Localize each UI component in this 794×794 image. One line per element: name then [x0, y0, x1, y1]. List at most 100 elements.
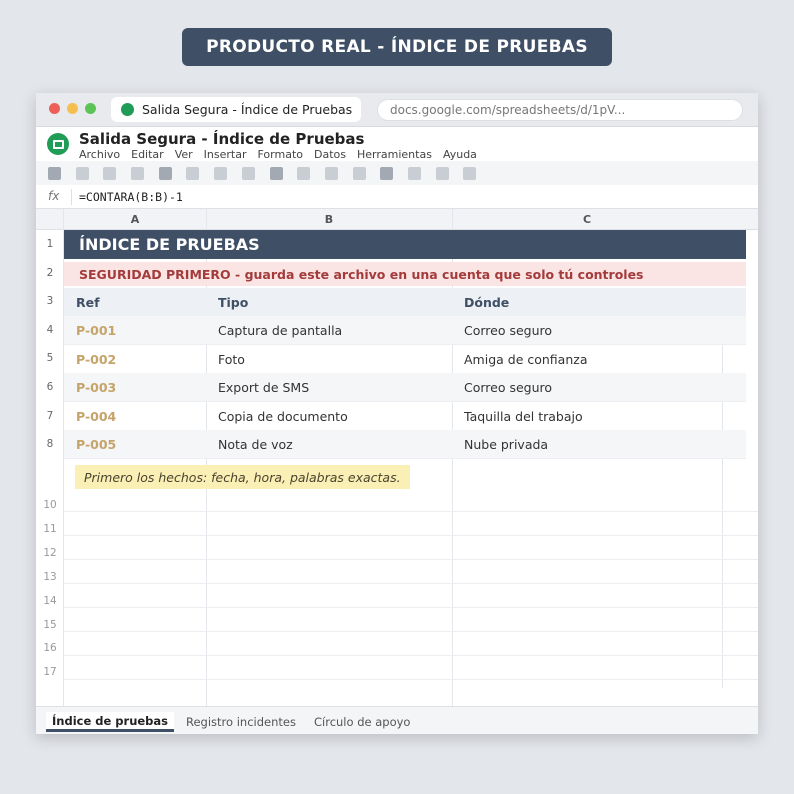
toolbar-button[interactable]: [186, 166, 200, 180]
toolbar-button[interactable]: [324, 166, 338, 180]
sheet-title-cell[interactable]: ÍNDICE DE PRUEBAS: [64, 230, 746, 259]
formula-input[interactable]: =CONTARA(B:B)-1: [79, 190, 183, 204]
table-cell-tipo[interactable]: Captura de pantalla: [218, 316, 342, 344]
grid-line: [64, 401, 746, 402]
grid-line: [64, 344, 746, 345]
toolbar-button[interactable]: [214, 166, 228, 180]
toolbar-button[interactable]: [103, 166, 117, 180]
grid-line: [64, 655, 758, 656]
table-cell-tipo[interactable]: Foto: [218, 345, 245, 373]
row-number[interactable]: 13: [36, 571, 64, 583]
column-header-c[interactable]: C: [452, 209, 722, 230]
grid-line: [64, 583, 758, 584]
close-window-button[interactable]: [49, 103, 60, 114]
fx-label: fx: [48, 189, 60, 203]
toolbar-button[interactable]: [158, 166, 172, 180]
toolbar-button[interactable]: [463, 166, 477, 180]
row-number[interactable]: 14: [36, 595, 64, 607]
table-cell-ref[interactable]: P-004: [76, 402, 116, 430]
row-number[interactable]: 16: [36, 642, 64, 654]
toolbar-button[interactable]: [75, 166, 89, 180]
table-cell-tipo[interactable]: Export de SMS: [218, 373, 309, 401]
browser-chrome: Salida Segura - Índice de Pruebas docs.g…: [36, 93, 758, 127]
table-cell-tipo[interactable]: Nota de voz: [218, 430, 293, 458]
minimize-window-button[interactable]: [67, 103, 78, 114]
grid-line: [722, 288, 723, 688]
toolbar-button[interactable]: [269, 166, 283, 180]
toolbar-button[interactable]: [241, 166, 255, 180]
table-cell-ref[interactable]: P-002: [76, 345, 116, 373]
toolbar-button[interactable]: [407, 166, 421, 180]
table-cell-donde[interactable]: Taquilla del trabajo: [464, 402, 583, 430]
menu-herramientas[interactable]: Herramientas: [357, 148, 432, 161]
row-number[interactable]: 4: [36, 324, 64, 336]
row-number[interactable]: 8: [36, 438, 64, 450]
menu-editar[interactable]: Editar: [131, 148, 164, 161]
menu-datos[interactable]: Datos: [314, 148, 346, 161]
toolbar-button[interactable]: [380, 166, 394, 180]
row-number[interactable]: 15: [36, 619, 64, 631]
grid-line: [64, 511, 758, 512]
row-number[interactable]: 1: [36, 238, 64, 250]
sheets-favicon-icon: [121, 103, 134, 116]
grid-line: [64, 631, 758, 632]
spreadsheet-grid: A B C 1 2 3 4 5 6 7 8 10 11 12 13 14 15 …: [36, 209, 758, 706]
browser-tab-title: Salida Segura - Índice de Pruebas: [142, 102, 353, 117]
sheets-logo-icon[interactable]: [47, 133, 69, 155]
header-ref[interactable]: Ref: [76, 288, 100, 316]
table-cell-ref[interactable]: P-005: [76, 430, 116, 458]
table-cell-donde[interactable]: Nube privada: [464, 430, 548, 458]
formula-bar: fx =CONTARA(B:B)-1: [36, 185, 758, 209]
row-number[interactable]: 2: [36, 267, 64, 279]
address-bar[interactable]: docs.google.com/spreadsheets/d/1pV...: [377, 99, 743, 121]
toolbar-button[interactable]: [435, 166, 449, 180]
menu-archivo[interactable]: Archivo: [79, 148, 120, 161]
toolbar-button[interactable]: [352, 166, 366, 180]
row-number[interactable]: 12: [36, 547, 64, 559]
maximize-window-button[interactable]: [85, 103, 96, 114]
table-cell-donde[interactable]: Correo seguro: [464, 373, 552, 401]
browser-window: Salida Segura - Índice de Pruebas docs.g…: [36, 93, 758, 734]
column-header-a[interactable]: A: [64, 209, 206, 230]
menu-ayuda[interactable]: Ayuda: [443, 148, 477, 161]
row-number[interactable]: 11: [36, 523, 64, 535]
document-title[interactable]: Salida Segura - Índice de Pruebas: [79, 130, 364, 148]
table-cell-ref[interactable]: P-003: [76, 373, 116, 401]
sheet-tab-registro[interactable]: Registro incidentes: [186, 712, 296, 732]
row-number[interactable]: 10: [36, 499, 64, 511]
row-number[interactable]: 7: [36, 410, 64, 422]
table-cell-donde[interactable]: Amiga de confianza: [464, 345, 588, 373]
table-header-row: [64, 288, 746, 316]
menu-insertar[interactable]: Insertar: [204, 148, 247, 161]
row-number[interactable]: 3: [36, 295, 64, 307]
safety-warning-cell[interactable]: SEGURIDAD PRIMERO - guarda este archivo …: [64, 262, 746, 286]
table-cell-ref[interactable]: P-001: [76, 316, 116, 344]
sheet-tab-indice[interactable]: Índice de pruebas: [46, 712, 175, 732]
grid-line: [64, 458, 746, 459]
sheet-tab-bar: Índice de pruebas Registro incidentes Cí…: [36, 706, 758, 734]
row-number[interactable]: 17: [36, 666, 64, 678]
row-stripe: [64, 316, 746, 344]
table-cell-tipo[interactable]: Copia de documento: [218, 402, 348, 430]
toolbar-button[interactable]: [131, 166, 145, 180]
grid-line: [64, 679, 758, 680]
menu-formato[interactable]: Formato: [258, 148, 304, 161]
toolbar-button[interactable]: [48, 166, 61, 180]
facts-note-cell[interactable]: Primero los hechos: fecha, hora, palabra…: [75, 465, 410, 489]
app-header: Salida Segura - Índice de Pruebas Archiv…: [36, 127, 758, 161]
menu-ver[interactable]: Ver: [175, 148, 193, 161]
top-banner: PRODUCTO REAL - ÍNDICE DE PRUEBAS: [182, 28, 612, 66]
row-number[interactable]: 5: [36, 352, 64, 364]
formula-divider: [71, 189, 72, 205]
table-cell-donde[interactable]: Correo seguro: [464, 316, 552, 344]
toolbar-button[interactable]: [297, 166, 311, 180]
row-stripe: [64, 430, 746, 458]
grid-line: [64, 559, 758, 560]
column-header-row: A B C: [36, 209, 758, 230]
browser-tab[interactable]: Salida Segura - Índice de Pruebas: [111, 97, 361, 122]
sheet-tab-circulo[interactable]: Círculo de apoyo: [314, 712, 410, 732]
header-tipo[interactable]: Tipo: [218, 288, 248, 316]
row-number[interactable]: 6: [36, 381, 64, 393]
header-donde[interactable]: Dónde: [464, 288, 509, 316]
column-header-b[interactable]: B: [206, 209, 452, 230]
